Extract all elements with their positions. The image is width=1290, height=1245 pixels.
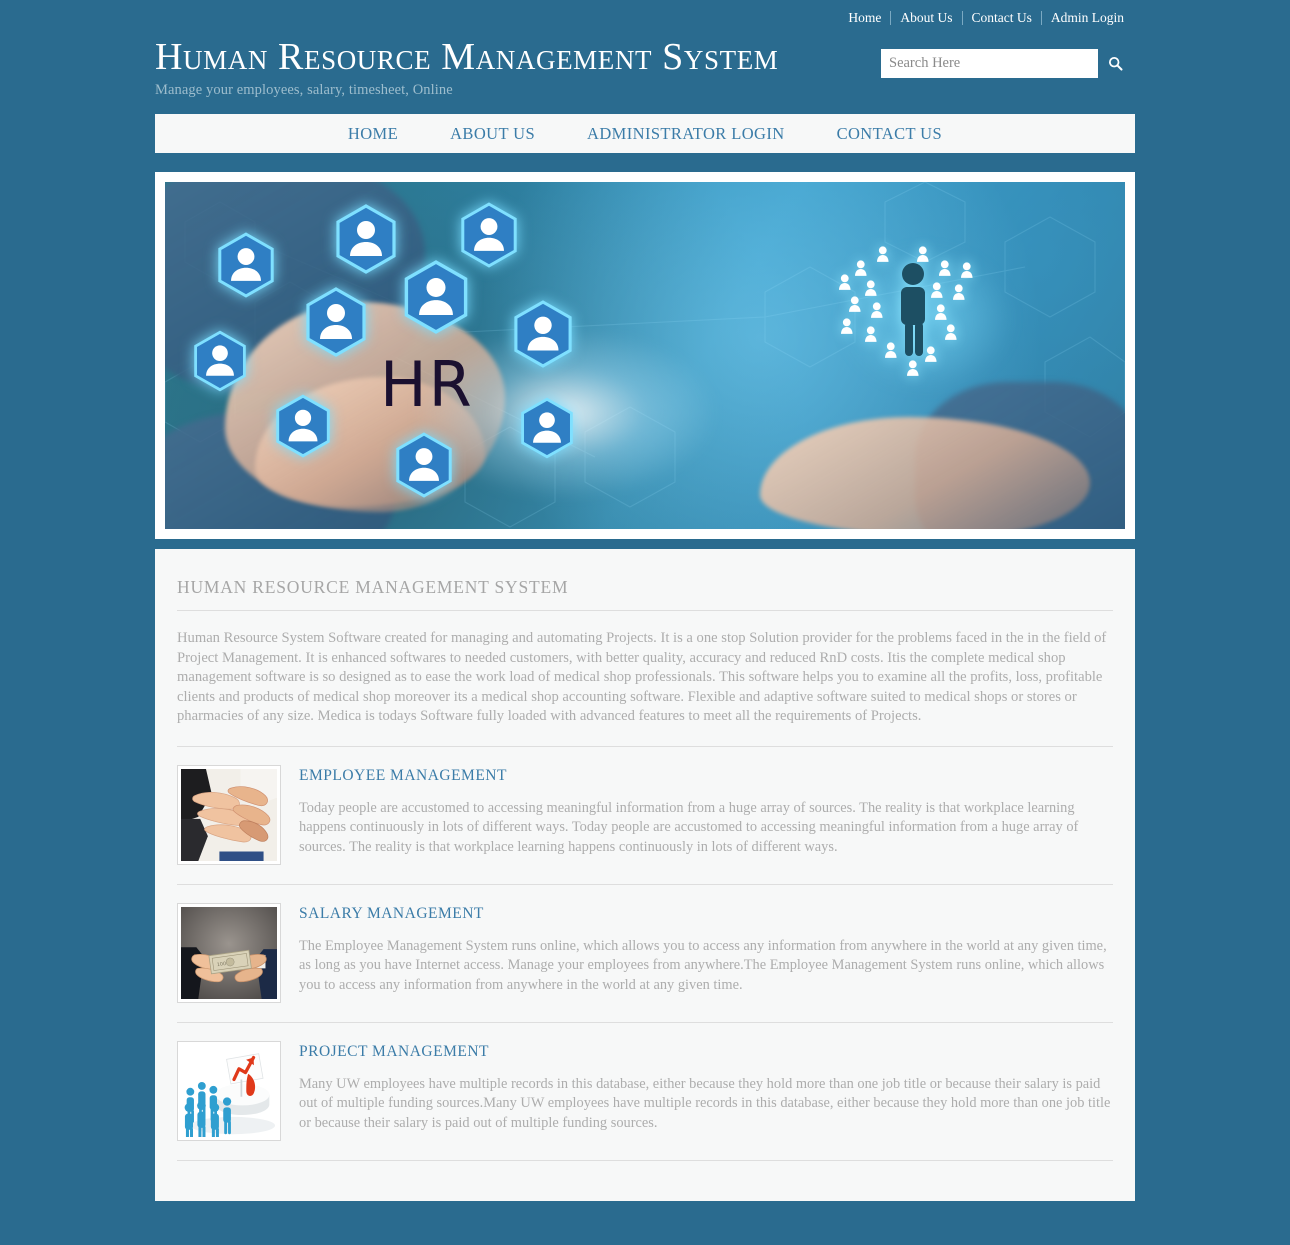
feature-thumbnail[interactable] <box>177 764 281 865</box>
nav-item-contact-us[interactable]: CONTACT US <box>811 124 969 144</box>
topnav-item-admin-login[interactable]: Admin Login <box>1042 10 1133 26</box>
site-brand: Human Resource Management System Manage … <box>155 36 778 99</box>
feature-body: EMPLOYEE MANAGEMENT Today people are acc… <box>299 765 1113 858</box>
topnav-item-about-us[interactable]: About Us <box>891 10 961 26</box>
hex-person-icon <box>395 432 453 498</box>
crowd-figure-group <box>825 242 1025 392</box>
cash-exchange-image: 100 <box>181 906 277 999</box>
nav-item-home[interactable]: HOME <box>322 124 424 144</box>
title-divider <box>177 610 1113 611</box>
nav-item-administrator-login[interactable]: ADMINISTRATOR LOGIN <box>561 124 811 144</box>
hex-person-icon <box>335 204 397 274</box>
section-divider <box>177 1159 1113 1161</box>
search-box <box>881 49 1133 78</box>
feature-thumbnail[interactable] <box>177 1040 281 1141</box>
page-root: Home About Us Contact Us Admin Login Hum… <box>0 0 1290 1245</box>
hex-person-icon <box>217 232 275 298</box>
topnav-item-home[interactable]: Home <box>839 10 890 26</box>
top-utility-nav: Home About Us Contact Us Admin Login <box>839 10 1133 26</box>
hex-person-icon <box>193 330 247 392</box>
feature-title[interactable]: PROJECT MANAGEMENT <box>299 1043 1113 1061</box>
feature-body: SALARY MANAGEMENT The Employee Managemen… <box>299 903 1113 996</box>
feature-title[interactable]: SALARY MANAGEMENT <box>299 905 1113 923</box>
hex-person-icon <box>513 300 573 368</box>
leader-figure-icon <box>901 263 925 356</box>
hex-person-icon <box>460 202 518 268</box>
site-title: Human Resource Management System <box>155 36 779 78</box>
feature-project-management: PROJECT MANAGEMENT Many UW employees hav… <box>177 1023 1113 1141</box>
search-button[interactable] <box>1098 49 1133 78</box>
page-title: HUMAN RESOURCE MANAGEMENT SYSTEM <box>177 577 569 597</box>
feature-text: Today people are accustomed to accessing… <box>299 799 1079 855</box>
nav-item-about-us[interactable]: ABOUT US <box>424 124 561 144</box>
content-panel: HUMAN RESOURCE MANAGEMENT SYSTEM Human R… <box>155 549 1135 1201</box>
site-tagline: Manage your employees, salary, timesheet… <box>155 82 453 98</box>
feature-body: PROJECT MANAGEMENT Many UW employees hav… <box>299 1041 1113 1134</box>
hex-person-icon <box>403 260 469 334</box>
feature-salary-management: 100 SALARY MANAGEMENT The Employee Manag… <box>177 885 1113 1003</box>
hero-hr-label: HR <box>380 348 474 421</box>
hero-banner-image: HR <box>165 182 1125 529</box>
feature-thumbnail[interactable]: 100 <box>177 902 281 1003</box>
feature-title[interactable]: EMPLOYEE MANAGEMENT <box>299 767 1113 785</box>
search-icon <box>1108 56 1123 71</box>
hex-person-icon <box>275 394 331 458</box>
project-team-podium-image <box>181 1044 277 1137</box>
main-navigation: HOME ABOUT US ADMINISTRATOR LOGIN CONTAC… <box>155 114 1135 153</box>
intro-paragraph: Human Resource System Software created f… <box>177 630 1107 724</box>
hex-person-icon <box>305 287 367 357</box>
feature-text: Many UW employees have multiple records … <box>299 1075 1111 1131</box>
feature-text: The Employee Management System runs onli… <box>299 937 1107 993</box>
team-hands-image <box>181 768 277 861</box>
feature-employee-management: EMPLOYEE MANAGEMENT Today people are acc… <box>177 747 1113 865</box>
search-input[interactable] <box>881 49 1098 78</box>
hero-banner-frame: HR <box>155 172 1135 539</box>
hex-person-icon <box>520 397 574 459</box>
topnav-item-contact-us[interactable]: Contact Us <box>963 10 1041 26</box>
